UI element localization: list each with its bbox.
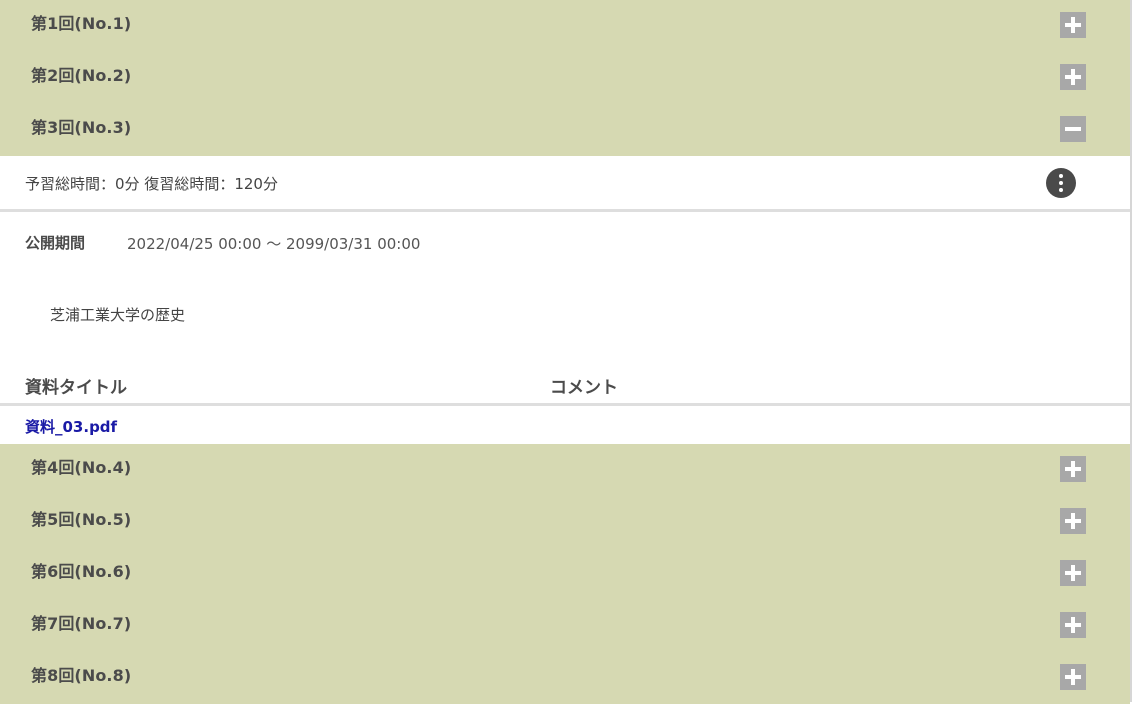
session-title: 第8回(No.8) xyxy=(31,666,132,685)
session-header-1[interactable]: 第1回(No.1) xyxy=(0,0,1130,52)
plus-icon[interactable] xyxy=(1060,664,1086,690)
session-title: 第4回(No.4) xyxy=(31,458,132,477)
material-file-link[interactable]: 資料_03.pdf xyxy=(25,416,117,437)
minus-icon[interactable] xyxy=(1060,116,1086,142)
divider xyxy=(0,403,1130,406)
session-title: 第6回(No.6) xyxy=(31,562,132,581)
session-detail-panel: 予習総時間：0分 復習総時間：120分 公開期間 2022/04/25 00:0… xyxy=(0,156,1130,444)
period-label: 公開期間 xyxy=(25,234,86,252)
plus-icon[interactable] xyxy=(1060,612,1086,638)
session-header-4[interactable]: 第4回(No.4) xyxy=(0,444,1130,496)
plus-icon[interactable] xyxy=(1060,12,1086,38)
session-header-6[interactable]: 第6回(No.6) xyxy=(0,548,1130,600)
materials-comment-header: コメント xyxy=(550,378,618,398)
plus-icon[interactable] xyxy=(1060,508,1086,534)
plus-icon[interactable] xyxy=(1060,64,1086,90)
study-time-text: 予習総時間：0分 復習総時間：120分 xyxy=(25,175,278,193)
plus-icon[interactable] xyxy=(1060,560,1086,586)
session-header-8[interactable]: 第8回(No.8) xyxy=(0,652,1130,704)
session-title: 第3回(No.3) xyxy=(31,118,132,137)
session-title: 第5回(No.5) xyxy=(31,510,132,529)
session-title: 第2回(No.2) xyxy=(31,66,132,85)
divider xyxy=(0,209,1130,212)
study-time-row: 予習総時間：0分 復習総時間：120分 xyxy=(0,156,1130,209)
session-header-5[interactable]: 第5回(No.5) xyxy=(0,496,1130,548)
session-header-2[interactable]: 第2回(No.2) xyxy=(0,52,1130,104)
session-title: 第7回(No.7) xyxy=(31,614,132,633)
plus-icon[interactable] xyxy=(1060,456,1086,482)
materials-title-header: 資料タイトル xyxy=(25,378,127,398)
course-sessions-page: 第1回(No.1) 第2回(No.2) 第3回(No.3) 予習総時間：0分 復… xyxy=(0,0,1132,704)
session-header-3[interactable]: 第3回(No.3) xyxy=(0,104,1130,156)
session-header-7[interactable]: 第7回(No.7) xyxy=(0,600,1130,652)
session-title: 第1回(No.1) xyxy=(31,14,132,33)
session-description: 芝浦工業大学の歴史 xyxy=(50,306,186,324)
more-options-icon[interactable] xyxy=(1046,168,1076,198)
period-value: 2022/04/25 00:00 ～ 2099/03/31 00:00 xyxy=(127,235,421,253)
